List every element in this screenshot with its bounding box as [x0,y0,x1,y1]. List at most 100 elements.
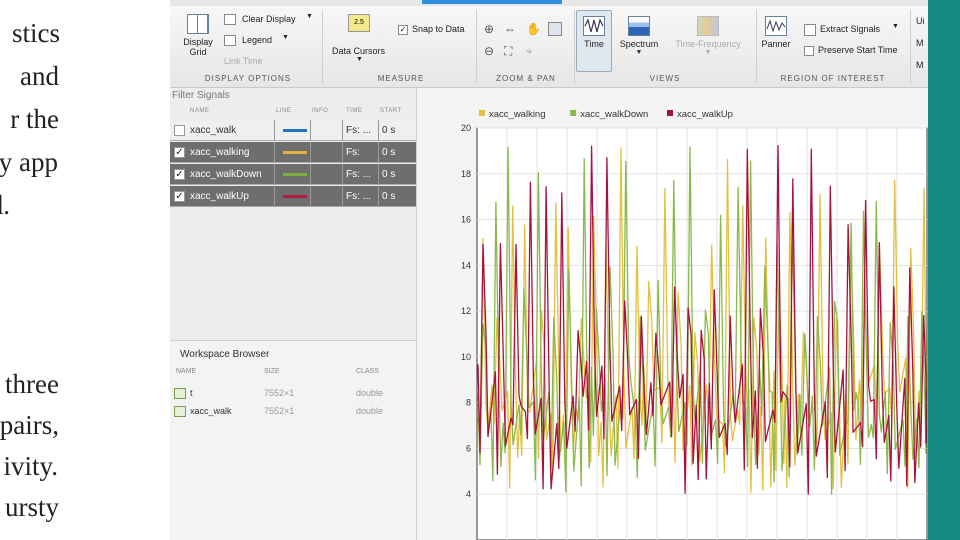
chevron-down-icon[interactable]: ▼ [670,49,746,56]
overflow-label[interactable]: M [916,38,924,48]
overflow-label[interactable]: M [916,60,924,70]
preserve-start-time-checkbox[interactable]: Preserve Start Time [818,45,898,55]
signal-row[interactable]: ✓ xacc_walkDown Fs: ... 0 s [170,164,416,185]
signal-checkbox[interactable]: ✓ [174,147,185,158]
divider [476,10,477,84]
panner-label: Panner [761,39,791,49]
reset-icon[interactable]: ⌖ [526,44,533,59]
time-plot-panel[interactable]: 4 6 8 10 12 14 16 18 20 xacc_walking xacc_walkDown… [416,88,928,540]
legend-swatch [667,110,673,116]
legend-swatch [570,110,577,116]
ws-var-name: t [190,388,193,398]
zoom-out-icon[interactable]: ⊖ [484,44,494,58]
divider [274,164,275,185]
active-tab-indicator[interactable] [422,0,562,4]
ws-column-size[interactable]: SIZE [264,368,280,375]
link-time-button[interactable]: Link Time [224,56,263,66]
column-header-name[interactable]: NAME [190,108,209,114]
snap-to-data-checkbox[interactable]: Snap to Data [412,24,465,34]
time-view-button[interactable]: Time [578,16,610,49]
display-grid-button[interactable]: Display Grid [178,14,218,57]
legend-label: xacc_walkUp [677,109,733,120]
zoom-pan-section-label: ZOOM & PAN [496,74,556,83]
panner-button[interactable]: Panner [758,16,794,49]
doc-line: d. [0,190,10,220]
y-tick-label: 16 [461,215,471,225]
divider [342,186,343,207]
divider [378,120,379,141]
signal-line-swatch[interactable] [283,129,307,132]
signal-row[interactable]: ✓ xacc_walking Fs: 0 s [170,142,416,163]
data-cursors-icon: 2.5 [348,14,370,32]
doc-line: three [5,369,59,399]
spectrum-view-button[interactable]: Spectrum ▼ [616,16,662,56]
chevron-down-icon[interactable]: ▼ [892,23,899,30]
divider [756,10,757,84]
data-cursors-button[interactable]: Data Cursors [332,46,385,56]
checkbox-icon[interactable]: ✓ [398,25,408,35]
chevron-down-icon[interactable]: ▼ [616,49,662,56]
checkbox-icon[interactable] [804,46,814,56]
legend-button[interactable]: Legend [242,35,272,45]
variable-icon [174,406,186,417]
signal-start-time: 0 s [382,125,396,136]
signal-time-info: Fs: ... [346,125,371,136]
measure-section-label: MEASURE [377,74,425,83]
signal-row[interactable]: ✓ xacc_walkUp Fs: ... 0 s [170,186,416,207]
document-text-panel: stics and r the y app d. three pairs, iv… [0,0,170,540]
signal-analyzer-app: Display Grid Clear Display ▼ Legend ▼ Li… [170,0,928,540]
signal-line-swatch[interactable] [283,173,307,176]
select-icon[interactable] [548,22,562,36]
workspace-row[interactable]: xacc_walk 7552×1 double [174,405,414,419]
time-domain-chart[interactable]: 4 6 8 10 12 14 16 18 20 xacc_walking xacc_walkDown… [417,88,928,540]
spectrum-view-label: Spectrum [619,39,659,49]
divider [310,120,311,141]
divider [378,164,379,185]
extract-signals-icon [804,24,816,36]
divider [322,10,323,84]
chevron-down-icon[interactable]: ▼ [306,13,313,20]
toolstrip: Display Grid Clear Display ▼ Legend ▼ Li… [170,6,928,88]
signal-line-swatch[interactable] [283,151,307,154]
region-of-interest-section-label: REGION OF INTEREST [780,74,886,83]
doc-line: ursty [5,492,59,522]
time-frequency-view-button[interactable]: Time-Frequency ▼ [670,16,746,56]
chevron-down-icon[interactable]: ▼ [282,34,289,41]
y-tick-label: 8 [466,398,471,408]
extract-signals-button[interactable]: Extract Signals [820,24,880,34]
workspace-browser-title: Workspace Browser [180,349,270,360]
chevron-down-icon[interactable]: ▼ [356,56,363,63]
zoom-x-icon[interactable]: ⇔ [504,22,516,36]
y-tick-label: 14 [461,260,471,270]
fit-icon[interactable]: ⛶ [504,44,512,59]
pan-icon[interactable]: ✋ [526,22,541,36]
signal-checkbox[interactable]: ✓ [174,191,185,202]
filter-signals-input[interactable]: Filter Signals [172,90,230,101]
ws-var-size: 7552×1 [264,406,295,416]
signal-row[interactable]: xacc_walk Fs: ... 0 s [170,120,416,141]
overflow-label[interactable]: Ui [916,16,925,26]
variable-icon [174,388,186,399]
workspace-row[interactable]: t 7552×1 double [174,387,414,401]
ws-column-class[interactable]: CLASS [356,368,379,375]
legend-label: xacc_walkDown [580,109,648,120]
signal-time-info: Fs: ... [346,191,371,202]
column-header-start[interactable]: START [380,108,402,114]
signal-time-info: Fs: [346,147,360,158]
signal-checkbox[interactable]: ✓ [174,169,185,180]
divider [910,10,911,84]
slide-accent-bar [928,0,960,540]
ws-column-name[interactable]: NAME [176,368,196,375]
column-header-line[interactable]: LINE [276,108,291,114]
column-header-time[interactable]: TIME [346,108,362,114]
y-tick-label: 18 [461,169,471,179]
divider [274,142,275,163]
clear-display-button[interactable]: Clear Display [242,14,296,24]
signal-checkbox[interactable] [174,125,185,136]
time-frequency-view-label: Time-Frequency [675,39,741,49]
signal-time-info: Fs: ... [346,169,371,180]
zoom-in-icon[interactable]: ⊕ [484,22,494,36]
divider [378,142,379,163]
column-header-info[interactable]: INFO [312,108,328,114]
signal-line-swatch[interactable] [283,195,307,198]
